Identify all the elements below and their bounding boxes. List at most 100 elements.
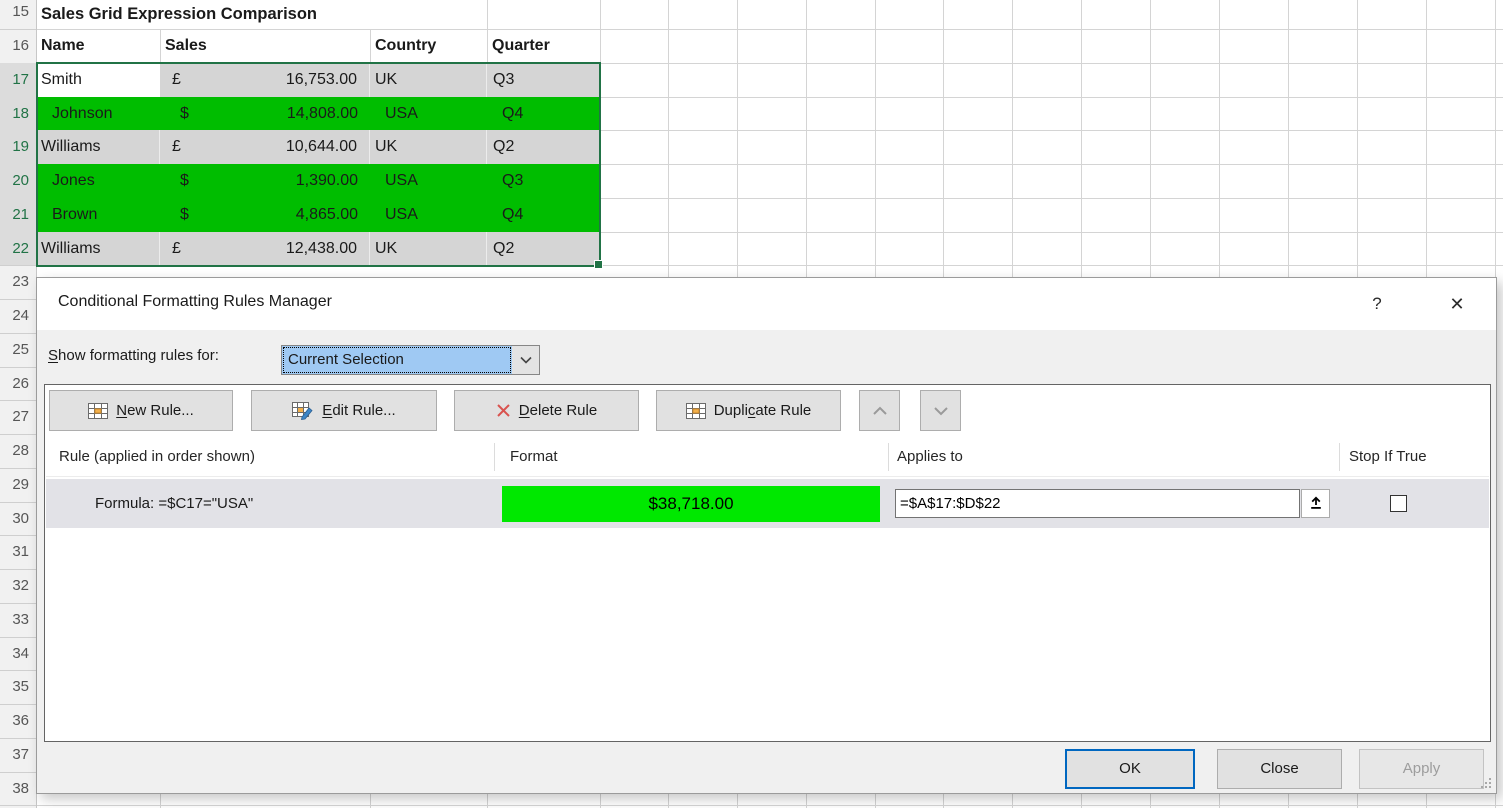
move-rule-up-button[interactable] [859,390,900,431]
gridline [487,0,488,63]
cell-name[interactable]: Jones [37,164,160,198]
range-picker-button[interactable] [1301,489,1330,518]
cell-country[interactable]: USA [370,164,487,198]
row-header-17[interactable]: 17 [0,63,36,97]
apply-button[interactable]: Apply [1359,749,1484,789]
row-header-30[interactable]: 30 [0,502,36,536]
edit-rule-button[interactable]: Edit Rule... [251,390,437,431]
cell-name[interactable]: Johnson [37,97,160,131]
row-header-37[interactable]: 37 [0,738,36,772]
row-header-18[interactable]: 18 [0,97,36,131]
row-header-28[interactable]: 28 [0,434,36,468]
cell-name[interactable]: Williams [37,232,160,266]
row-header-20[interactable]: 20 [0,164,36,198]
row-header-36[interactable]: 36 [0,704,36,738]
row-header-26[interactable]: 26 [0,367,36,401]
cell-title[interactable]: Sales Grid Expression Comparison [41,0,317,29]
cell-sales[interactable]: £16,753.00 [160,63,370,97]
col-header-quarter[interactable]: Quarter [492,29,550,63]
sheet-row: Brown$4,865.00USAQ4 [37,198,600,232]
cell-sales[interactable]: $1,390.00 [160,164,370,198]
sheet-row: Williams£12,438.00UKQ2 [37,232,600,266]
close-button[interactable]: Close [1217,749,1342,789]
stop-if-true-checkbox[interactable] [1390,495,1407,512]
cell-sales[interactable]: $14,808.00 [160,97,370,131]
duplicate-rule-button[interactable]: Duplicate Rule [656,390,841,431]
sheet-row: Jones$1,390.00USAQ3 [37,164,600,198]
currency-symbol: $ [160,164,189,198]
row-header-16[interactable]: 16 [0,29,36,63]
rules-panel: New Rule... Edit Rule... Delete Rule Dup… [44,384,1491,742]
row-header-column: 1516171819202122232425262728293031323334… [0,0,37,808]
cell-quarter[interactable]: Q3 [487,63,600,97]
help-icon[interactable]: ? [1359,290,1395,318]
cell-quarter[interactable]: Q4 [487,97,600,131]
gridline [737,0,738,277]
cell-quarter[interactable]: Q3 [487,164,600,198]
gridline [160,29,161,63]
sheet-data-rows: Smith£16,753.00UKQ3Johnson$14,808.00USAQ… [37,63,600,266]
sales-amount: 10,644.00 [286,130,369,164]
cell-name[interactable]: Smith [37,63,160,97]
cell-sales[interactable]: £12,438.00 [160,232,370,266]
row-header-22[interactable]: 22 [0,232,36,266]
header-format: Format [510,438,558,476]
rule-formula-label: Formula: =$C17="USA" [95,479,253,528]
cell-quarter[interactable]: Q2 [487,130,600,164]
dropdown-value: Current Selection [282,346,512,374]
gridline [370,29,371,63]
column-divider [1339,443,1340,471]
gridline [600,232,1503,233]
row-header-25[interactable]: 25 [0,333,36,367]
row-header-34[interactable]: 34 [0,637,36,671]
cell-sales[interactable]: £10,644.00 [160,130,370,164]
gridline [600,794,601,808]
cell-country[interactable]: UK [370,130,487,164]
row-header-21[interactable]: 21 [0,198,36,232]
row-header-35[interactable]: 35 [0,670,36,704]
row-header-19[interactable]: 19 [0,130,36,164]
cell-quarter[interactable]: Q2 [487,232,600,266]
close-icon[interactable]: ✕ [1439,290,1475,318]
delete-rule-button[interactable]: Delete Rule [454,390,639,431]
row-header-15[interactable]: 15 [0,0,36,29]
gridline [875,794,876,808]
resize-grip-icon[interactable] [1478,775,1492,789]
row-header-27[interactable]: 27 [0,400,36,434]
new-rule-button[interactable]: New Rule... [49,390,233,431]
col-header-country[interactable]: Country [375,29,436,63]
move-rule-down-button[interactable] [920,390,961,431]
rule-row[interactable]: Formula: =$C17="USA" $38,718.00 [46,479,1489,528]
gridline [1150,794,1151,808]
gridline [1081,794,1082,808]
row-header-33[interactable]: 33 [0,603,36,637]
row-header-31[interactable]: 31 [0,535,36,569]
cell-name[interactable]: Williams [37,130,160,164]
show-rules-dropdown[interactable]: Current Selection [281,345,540,375]
row-header-24[interactable]: 24 [0,299,36,333]
cell-country[interactable]: UK [370,63,487,97]
cell-country[interactable]: UK [370,232,487,266]
applies-to-input[interactable] [895,489,1300,518]
currency-symbol: £ [160,130,181,164]
column-divider [888,443,889,471]
row-header-29[interactable]: 29 [0,468,36,502]
cell-country[interactable]: USA [370,97,487,131]
gridline [1357,0,1358,277]
header-applies-to: Applies to [897,438,963,476]
red-x-icon [496,403,511,418]
col-header-name[interactable]: Name [41,29,85,63]
cell-quarter[interactable]: Q4 [487,198,600,232]
cell-name[interactable]: Brown [37,198,160,232]
cf-rules-manager-dialog: Conditional Formatting Rules Manager ? ✕… [36,277,1497,794]
row-header-23[interactable]: 23 [0,265,36,299]
row-header-38[interactable]: 38 [0,772,36,806]
cell-sales[interactable]: $4,865.00 [160,198,370,232]
row-header-32[interactable]: 32 [0,569,36,603]
currency-symbol: £ [160,63,181,97]
cell-country[interactable]: USA [370,198,487,232]
col-header-sales[interactable]: Sales [165,29,207,63]
new-rule-label: New Rule... [116,402,194,419]
ok-button[interactable]: OK [1065,749,1195,789]
gridline [600,130,1503,131]
